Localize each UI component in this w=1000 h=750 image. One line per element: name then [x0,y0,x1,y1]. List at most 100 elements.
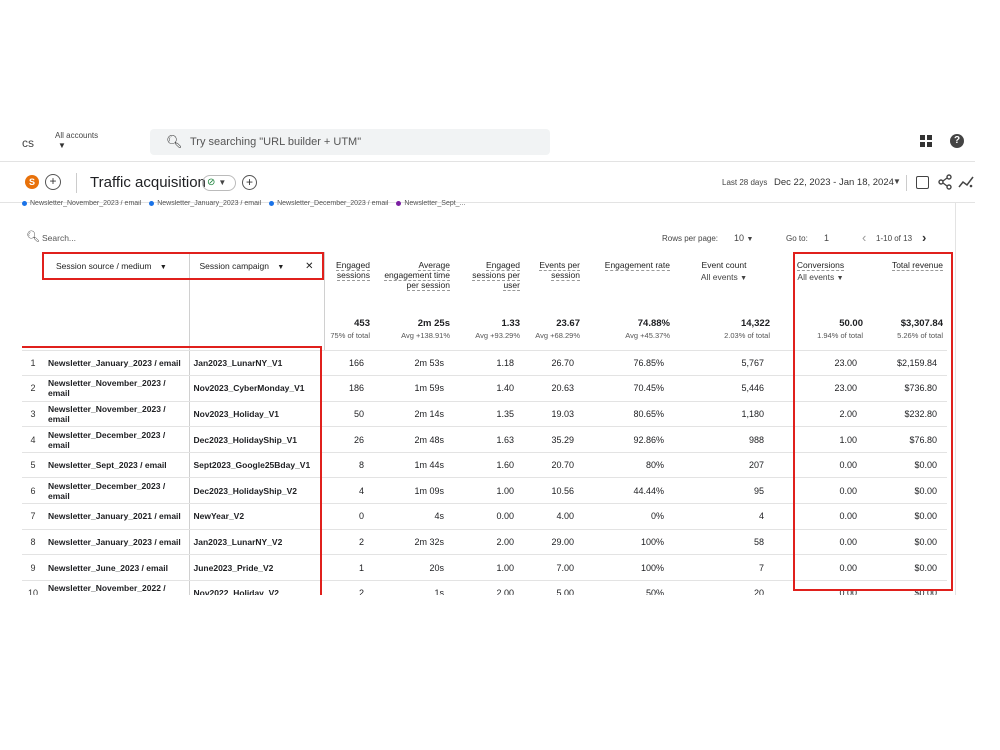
engagement-rate-cell: 0% [584,503,674,530]
engaged-per-user-cell: 0.00 [454,503,524,530]
add-comparison-icon[interactable]: + [45,174,61,190]
conversions-cell: 0.00 [774,452,867,479]
table-row[interactable]: 4 Newsletter_December_2023 / email Dec20… [22,426,947,453]
apps-grid-icon[interactable] [920,135,932,147]
close-icon[interactable]: ✕ [305,261,313,272]
table-search-input[interactable] [42,230,192,246]
top-bar: cs All accounts ▼ 🔍︎ ? [0,122,975,162]
rows-per-page-select[interactable]: 10 ▼ [734,233,753,243]
campaign-cell[interactable]: Nov2023_CyberMonday_V1 [188,375,324,402]
events-per-session-cell: 26.70 [524,350,584,377]
table-row[interactable]: 2 Newsletter_November_2023 / email Nov20… [22,375,947,402]
engaged-sessions-cell: 186 [324,375,374,402]
table-row[interactable]: 8 Newsletter_January_2023 / email Jan202… [22,529,947,556]
events-per-session-cell: 7.00 [524,554,584,581]
page-title: Traffic acquisition [90,174,206,191]
event-count-cell: 7 [674,554,774,581]
chevron-left-icon[interactable]: ‹ [862,230,866,245]
source-medium-cell[interactable]: Newsletter_January_2023 / email [44,350,189,377]
search-icon: 🔍︎ [26,231,40,243]
goto-page-input[interactable]: 1 [824,233,829,243]
campaign-cell[interactable]: Dec2023_HolidayShip_V1 [188,426,324,453]
total-cell: 50.00 1.94% of total [774,318,867,351]
divider [76,173,77,193]
date-range-selector[interactable]: Dec 22, 2023 - Jan 18, 2024 [774,177,894,188]
column-header-avg-engagement[interactable]: Average engagement time per session [374,252,454,318]
insights-icon[interactable] [958,174,974,190]
events-per-session-cell: 19.03 [524,401,584,428]
conversions-filter[interactable]: All events ▼ [778,272,863,282]
share-icon[interactable] [938,174,952,190]
legend-dot [269,200,275,206]
campaign-cell[interactable]: Jan2023_LunarNY_V2 [188,529,324,556]
revenue-cell: $0.00 [867,503,947,530]
engaged-per-user-cell: 1.18 [454,350,524,377]
column-header-campaign[interactable]: Session campaign ▼ ✕ [188,252,325,318]
campaign-cell[interactable]: Jan2023_LunarNY_V1 [188,350,324,377]
edit-icon[interactable] [916,176,929,189]
table-row[interactable]: 9 Newsletter_June_2023 / email June2023_… [22,554,947,581]
check-circle-icon[interactable]: ⊘ ▼ [202,175,236,191]
event-count-filter[interactable]: All events ▼ [678,272,770,282]
campaign-cell[interactable]: June2023_Pride_V2 [188,554,324,581]
avg-engagement-cell: 1m 44s [374,452,454,479]
source-medium-cell[interactable]: Newsletter_Sept_2023 / email [44,452,189,479]
chevron-right-icon[interactable]: › [922,230,926,245]
legend-item[interactable]: Newsletter_December_2023 / email [269,200,388,207]
source-medium-cell[interactable]: Newsletter_December_2023 / email [44,477,189,505]
global-search-input[interactable] [190,133,530,151]
engaged-per-user-cell: 1.60 [454,452,524,479]
legend-item[interactable]: Newsletter_November_2023 / email [22,200,141,207]
engagement-rate-cell: 80% [584,452,674,479]
campaign-cell[interactable]: Dec2023_HolidayShip_V2 [188,477,324,505]
avg-engagement-cell: 1m 59s [374,375,454,402]
engaged-sessions-cell: 8 [324,452,374,479]
source-medium-cell[interactable]: Newsletter_November_2023 / email [44,375,189,402]
global-search[interactable]: 🔍︎ [150,129,550,155]
account-selector-label[interactable]: All accounts [55,131,98,140]
column-header-events-per-session[interactable]: Events per session [524,252,584,318]
caret-down-icon[interactable]: ▼ [277,264,284,271]
table-row[interactable]: 6 Newsletter_December_2023 / email Dec20… [22,477,947,505]
column-header-total-revenue[interactable]: Total revenue [867,252,947,318]
campaign-cell[interactable]: Nov2023_Holiday_V1 [188,401,324,428]
campaign-cell[interactable]: Sept2023_Google25Bday_V1 [188,452,324,479]
table-row[interactable]: 3 Newsletter_November_2023 / email Nov20… [22,401,947,428]
total-cell: 453 75% of total [324,318,374,351]
legend-item[interactable]: Newsletter_January_2023 / email [149,200,261,207]
column-header-engaged-sessions[interactable]: Engaged sessions [324,252,374,318]
source-medium-cell[interactable]: Newsletter_December_2023 / email [44,426,189,453]
legend-item[interactable]: Newsletter_Sept_... [396,200,465,207]
column-header-source-medium[interactable]: Session source / medium ▼ [22,252,189,318]
column-header-engagement-rate[interactable]: Engagement rate [584,252,674,318]
caret-down-icon[interactable]: ▼ [160,264,167,271]
column-header-conversions[interactable]: Conversions All events ▼ [774,252,867,318]
conversions-cell: 1.00 [774,426,867,453]
source-medium-cell[interactable]: Newsletter_June_2023 / email [44,554,189,581]
help-icon[interactable]: ? [950,134,964,148]
legend-dot [149,200,155,206]
engaged-sessions-cell: 0 [324,503,374,530]
caret-down-icon[interactable]: ▼ [893,177,901,186]
table-row[interactable]: 7 Newsletter_January_2021 / email NewYea… [22,503,947,530]
row-index: 4 [22,426,44,453]
table-row[interactable]: 1 Newsletter_January_2023 / email Jan202… [22,350,947,377]
panel-border [955,203,956,595]
caret-down-icon[interactable]: ▼ [58,141,66,150]
campaign-cell[interactable]: NewYear_V2 [188,503,324,530]
segment-avatar[interactable]: S [25,175,39,189]
add-circle-icon[interactable]: + [242,175,257,190]
row-index: 2 [22,375,44,402]
source-medium-cell[interactable]: Newsletter_January_2021 / email [44,503,189,530]
conversions-cell: 23.00 [774,375,867,402]
page-bottom-blank [0,595,1000,750]
engaged-sessions-cell: 1 [324,554,374,581]
engaged-sessions-cell: 26 [324,426,374,453]
row-index: 9 [22,554,44,581]
column-header-event-count[interactable]: Event count All events ▼ [674,252,774,318]
column-header-engaged-per-user[interactable]: Engaged sessions per user [454,252,524,318]
source-medium-cell[interactable]: Newsletter_November_2023 / email [44,401,189,428]
table-row[interactable]: 5 Newsletter_Sept_2023 / email Sept2023_… [22,452,947,479]
pagination-info: 1-10 of 13 [876,234,913,243]
source-medium-cell[interactable]: Newsletter_January_2023 / email [44,529,189,556]
